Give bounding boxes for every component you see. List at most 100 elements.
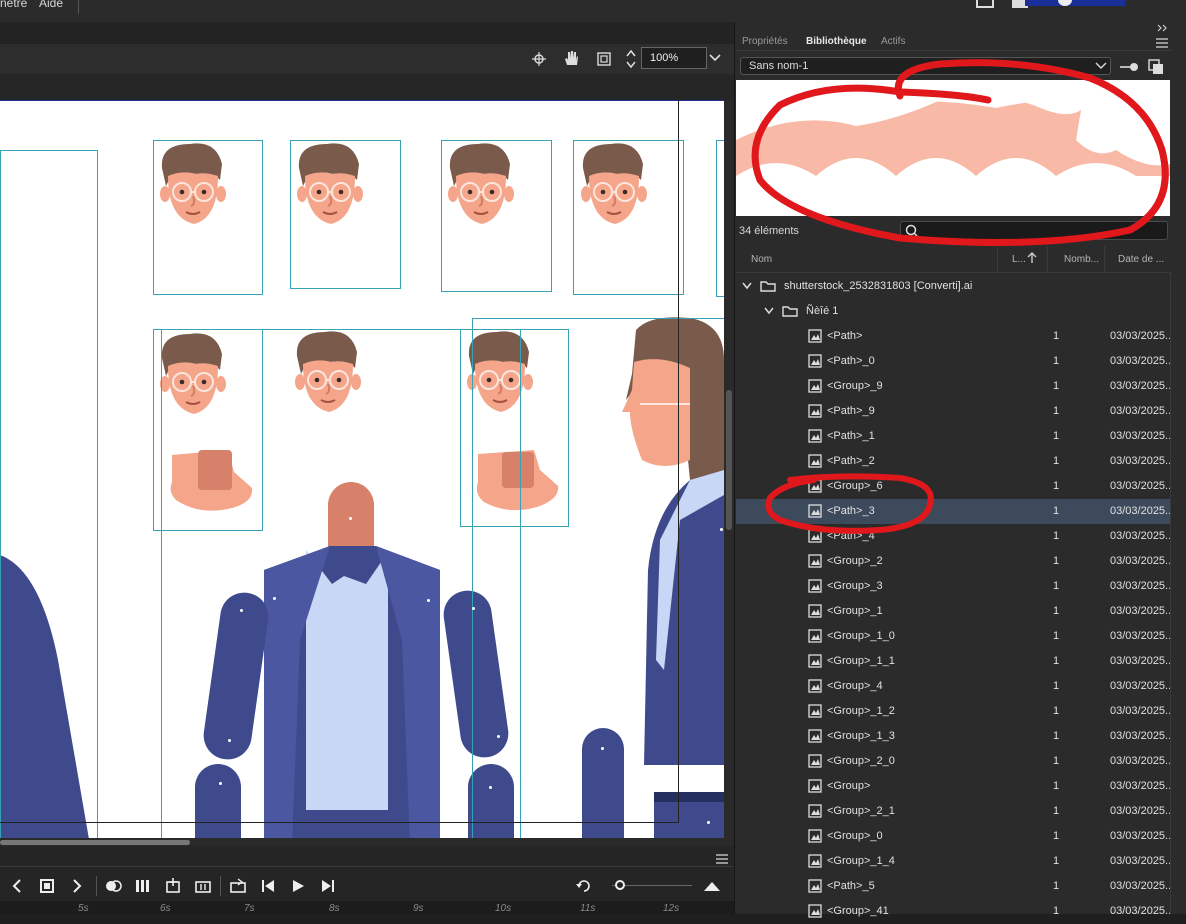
- transform-point[interactable]: [707, 821, 710, 824]
- zoom-input[interactable]: 100%: [641, 47, 707, 69]
- column-divider: [997, 246, 998, 272]
- library-item-row[interactable]: <Group>_2 1 03/03/2025...: [736, 549, 1170, 574]
- tab-properties[interactable]: Propriétés: [742, 36, 788, 47]
- collapse-panel-icon[interactable]: [1157, 24, 1169, 32]
- library-item-row[interactable]: <Group>_41 1 03/03/2025...: [736, 899, 1170, 924]
- insert-blank-keyframe-icon[interactable]: [195, 878, 211, 894]
- menu-item-help[interactable]: Aide: [39, 0, 63, 10]
- library-item-row[interactable]: <Group> 1 03/03/2025...: [736, 774, 1170, 799]
- library-item-row[interactable]: <Group>_1_1 1 03/03/2025...: [736, 649, 1170, 674]
- horizontal-scroll-thumb[interactable]: [0, 840, 190, 845]
- stop-icon[interactable]: [40, 878, 54, 894]
- menu-item-window[interactable]: nêtre: [0, 0, 27, 10]
- library-item-row[interactable]: <Group>_2_1 1 03/03/2025...: [736, 799, 1170, 824]
- column-header-date[interactable]: Date de ...: [1118, 254, 1164, 265]
- library-item-row[interactable]: <Path>_9 1 03/03/2025...: [736, 399, 1170, 424]
- library-scrollbar[interactable]: [1172, 272, 1186, 914]
- library-item-row[interactable]: <Group>_1_3 1 03/03/2025...: [736, 724, 1170, 749]
- timeline-zoom-handle[interactable]: [615, 880, 625, 890]
- transform-point[interactable]: [601, 747, 604, 750]
- column-header-name[interactable]: Nom: [751, 254, 772, 265]
- transform-point[interactable]: [273, 597, 276, 600]
- folder-name: shutterstock_2532831803 [Converti].ai: [784, 280, 973, 292]
- transform-point[interactable]: [427, 599, 430, 602]
- item-name: <Group>_2: [827, 555, 883, 567]
- chevron-down-icon[interactable]: [742, 282, 752, 290]
- onion-skin-icon[interactable]: [105, 878, 123, 894]
- timeline-divider: [0, 866, 734, 867]
- library-item-row[interactable]: <Group>_2_0 1 03/03/2025...: [736, 749, 1170, 774]
- library-item-row[interactable]: <Path>_1 1 03/03/2025...: [736, 424, 1170, 449]
- share-icon[interactable]: [976, 0, 994, 8]
- transform-point[interactable]: [240, 609, 243, 612]
- item-date: 03/03/2025...: [1110, 655, 1170, 667]
- library-item-row[interactable]: <Group>_1 1 03/03/2025...: [736, 599, 1170, 624]
- item-use-count: 1: [1053, 655, 1060, 667]
- library-item-row[interactable]: <Group>_0 1 03/03/2025...: [736, 824, 1170, 849]
- vertical-scroll-thumb[interactable]: [726, 390, 732, 530]
- item-date: 03/03/2025...: [1110, 755, 1170, 767]
- chevron-right-icon[interactable]: [70, 878, 84, 894]
- insert-keyframe-icon[interactable]: [165, 878, 181, 894]
- column-header-linkage[interactable]: L...: [1012, 254, 1026, 265]
- library-item-row[interactable]: <Path>_3 1 03/03/2025...: [736, 499, 1170, 524]
- folder-row[interactable]: Ñèîé 1: [736, 299, 1170, 324]
- item-date: 03/03/2025...: [1110, 355, 1170, 367]
- graphic-symbol-icon: [808, 904, 822, 918]
- copy-icon[interactable]: [1148, 59, 1164, 75]
- transform-point[interactable]: [349, 453, 352, 456]
- library-item-row[interactable]: <Group>_4 1 03/03/2025...: [736, 674, 1170, 699]
- chevron-down-icon[interactable]: [764, 307, 774, 315]
- library-item-row[interactable]: <Group>_3 1 03/03/2025...: [736, 574, 1170, 599]
- library-item-row[interactable]: <Path> 1 03/03/2025...: [736, 324, 1170, 349]
- crosshair-icon[interactable]: [531, 51, 547, 67]
- library-item-row[interactable]: <Path>_4 1 03/03/2025...: [736, 524, 1170, 549]
- library-item-row[interactable]: <Group>_1_0 1 03/03/2025...: [736, 624, 1170, 649]
- chevron-down-icon[interactable]: [708, 53, 722, 63]
- graphic-symbol-icon: [808, 804, 822, 818]
- library-search-input[interactable]: [900, 221, 1168, 240]
- transform-point[interactable]: [228, 739, 231, 742]
- library-item-row[interactable]: <Path>_0 1 03/03/2025...: [736, 349, 1170, 374]
- folder-name: Ñèîé 1: [806, 305, 839, 317]
- timeline-ruler[interactable]: [0, 901, 734, 914]
- folder-row[interactable]: shutterstock_2532831803 [Converti].ai: [736, 274, 1170, 299]
- item-name: <Group>_1_1: [827, 655, 895, 667]
- transform-point[interactable]: [497, 735, 500, 738]
- zoom-in-icon[interactable]: [703, 880, 721, 892]
- transform-point[interactable]: [472, 607, 475, 610]
- library-item-row[interactable]: <Group>_1_2 1 03/03/2025...: [736, 699, 1170, 724]
- tab-assets[interactable]: Actifs: [881, 36, 905, 47]
- transform-point[interactable]: [349, 517, 352, 520]
- pin-icon[interactable]: [1120, 61, 1140, 73]
- clip-stage-icon[interactable]: [596, 51, 612, 67]
- tab-library[interactable]: Bibliothèque: [806, 36, 867, 47]
- library-item-row[interactable]: <Path>_5 1 03/03/2025...: [736, 874, 1170, 899]
- search-field[interactable]: [1025, 0, 1125, 6]
- step-backward-icon[interactable]: [260, 878, 276, 894]
- transform-point[interactable]: [720, 528, 723, 531]
- sort-ascending-icon[interactable]: [1027, 252, 1037, 264]
- transform-point[interactable]: [489, 786, 492, 789]
- document-select-value: Sans nom-1: [749, 60, 809, 72]
- document-select[interactable]: Sans nom-1: [740, 57, 1111, 75]
- loop-icon[interactable]: [230, 878, 246, 894]
- zoom-stepper-icon[interactable]: [625, 47, 637, 71]
- library-item-row[interactable]: <Group>_6 1 03/03/2025...: [736, 474, 1170, 499]
- play-icon[interactable]: [290, 878, 306, 894]
- item-date: 03/03/2025...: [1110, 805, 1170, 817]
- edit-multiple-frames-icon[interactable]: [135, 878, 151, 894]
- library-item-row[interactable]: <Group>_1_4 1 03/03/2025...: [736, 849, 1170, 874]
- item-use-count: 1: [1053, 330, 1060, 342]
- stage-canvas[interactable]: [0, 100, 734, 845]
- hand-tool-icon[interactable]: [562, 49, 580, 67]
- panel-menu-icon[interactable]: [716, 854, 728, 864]
- library-item-row[interactable]: <Group>_9 1 03/03/2025...: [736, 374, 1170, 399]
- transform-point[interactable]: [219, 782, 222, 785]
- step-forward-icon[interactable]: [320, 878, 336, 894]
- library-item-row[interactable]: <Path>_2 1 03/03/2025...: [736, 449, 1170, 474]
- panel-menu-icon[interactable]: [1156, 38, 1168, 48]
- chevron-left-icon[interactable]: [10, 878, 24, 894]
- column-header-count[interactable]: Nomb...: [1064, 254, 1099, 265]
- undo-icon[interactable]: [575, 878, 591, 894]
